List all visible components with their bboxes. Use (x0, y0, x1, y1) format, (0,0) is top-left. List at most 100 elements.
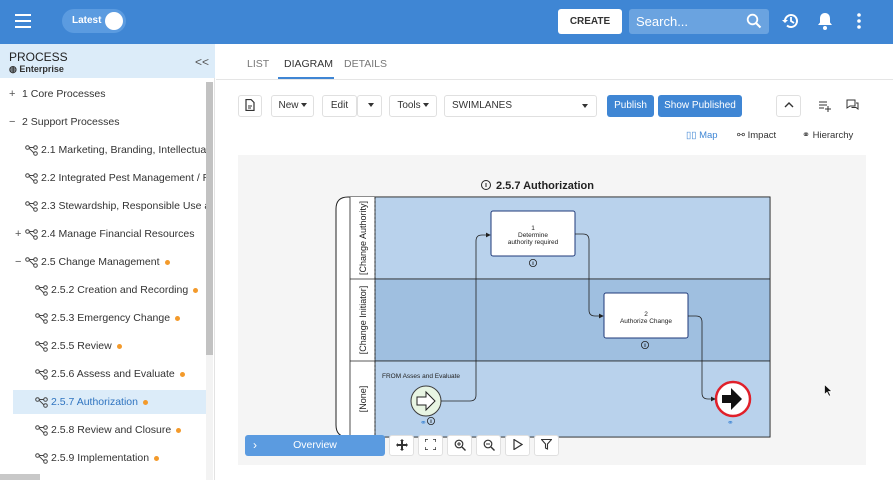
tree-item[interactable]: +2.4 Manage Financial Resources (0, 222, 206, 246)
view-select[interactable]: SWIMLANES (444, 95, 597, 117)
process-icon (25, 172, 38, 184)
svg-text:2.5.7 Authorization: 2.5.7 Authorization (496, 180, 594, 192)
tree-item[interactable]: 2.5.2 Creation and Recording (0, 278, 206, 302)
tree-item[interactable]: 2.5.9 Implementation (0, 446, 206, 470)
collapse-icon[interactable]: − (15, 250, 25, 274)
hierarchy-label: Hierarchy (812, 130, 854, 141)
process-icon (35, 368, 48, 380)
process-icon (35, 284, 48, 296)
process-tree: +1 Core Processes −2 Support Processes 2.1… (0, 82, 206, 480)
latest-label: Latest (72, 15, 102, 26)
map-label: Map (699, 130, 718, 141)
new-dropdown-button[interactable]: New (271, 95, 314, 117)
chevron-up-icon (784, 102, 793, 108)
start-link-icon: ⚭ (420, 418, 427, 427)
sidebar-scrollbar[interactable] (206, 82, 213, 480)
collapse-up-button[interactable] (776, 95, 801, 117)
svg-text:1: 1 (531, 225, 535, 232)
overview-toggle[interactable]: › Overview (245, 435, 385, 456)
diagram-title: 2.5.7 Authorization (481, 180, 594, 192)
process-sidebar: PROCESS ◍ Enterprise << +1 Core Processe… (0, 44, 215, 480)
impact-icon: ⚯ (737, 130, 745, 141)
zoom-in-icon (454, 439, 466, 451)
lane-label-change-initiator: [Change Initiator] (358, 286, 368, 355)
search-input[interactable]: Search... (629, 9, 769, 34)
tab-diagram[interactable]: DIAGRAM (284, 58, 333, 70)
search-placeholder: Search... (636, 14, 689, 29)
tools-dropdown-button[interactable]: Tools (389, 95, 437, 117)
latest-version-toggle[interactable]: Latest (62, 9, 126, 33)
create-button[interactable]: CREATE (558, 9, 622, 34)
more-vertical-icon[interactable] (853, 11, 865, 31)
comments-icon[interactable] (846, 99, 859, 111)
tree-item-label: 2.5.9 Implementation (51, 452, 150, 464)
add-to-list-icon[interactable] (819, 100, 831, 112)
tree-item[interactable]: 2.5.3 Emergency Change (0, 306, 206, 330)
expand-icon[interactable]: + (15, 222, 25, 246)
tree-item-label: 2.5.5 Review (51, 340, 112, 352)
filter-icon (540, 439, 553, 451)
collapse-icon[interactable]: − (9, 110, 19, 134)
tree-item[interactable]: −2 Support Processes (0, 110, 206, 134)
tree-item-label: 2.5 Change Management (41, 256, 160, 268)
tree-item-label: 2.3 Stewardship, Responsible Use a (41, 200, 206, 212)
caret-down-icon (300, 103, 307, 108)
sidebar-header: PROCESS ◍ Enterprise << (0, 44, 215, 78)
view-select-value: SWIMLANES (452, 100, 513, 111)
history-icon[interactable] (781, 11, 801, 31)
zoom-out-icon (483, 439, 495, 451)
export-document-button[interactable] (238, 95, 262, 117)
swimlane-diagram: 2.5.7 Authorization [Change Authority] [… (335, 180, 771, 438)
horizontal-scrollbar[interactable] (0, 474, 40, 480)
edit-dropdown-button[interactable] (357, 95, 382, 117)
tree-item[interactable]: 2.5.5 Review (0, 334, 206, 358)
lane-label-change-authority: [Change Authority] (358, 201, 368, 275)
edit-button[interactable]: Edit (322, 95, 357, 117)
tree-item-label: 2 Support Processes (22, 116, 120, 128)
end-link-icon: ⚭ (727, 418, 734, 427)
process-icon (35, 424, 48, 436)
hierarchy-icon: ⚭ (802, 130, 810, 141)
tree-item[interactable]: 2.5.8 Review and Closure (0, 418, 206, 442)
status-dot (175, 315, 181, 321)
globe-icon: ◍ (9, 64, 17, 74)
filter-button[interactable] (534, 435, 559, 456)
collapse-sidebar-icon[interactable]: << (195, 55, 209, 69)
hierarchy-view-link[interactable]: ⚭ Hierarchy (802, 130, 853, 141)
search-icon[interactable] (746, 13, 762, 29)
tree-item[interactable]: 2.1 Marketing, Branding, Intellectual (0, 138, 206, 162)
svg-text:Authorize Change: Authorize Change (620, 318, 672, 325)
tree-item[interactable]: 2.5.7 Authorization (13, 390, 206, 414)
zoom-in-button[interactable] (447, 435, 472, 456)
overview-label: Overview (293, 439, 337, 451)
tree-item[interactable]: 2.3 Stewardship, Responsible Use a (0, 194, 206, 218)
diagram-canvas[interactable]: 2.5.7 Authorization [Change Authority] [… (238, 155, 866, 465)
start-event-label: FROM Asses and Evaluate (382, 373, 460, 380)
tree-item-label: 2.5.6 Assess and Evaluate (51, 368, 175, 380)
fit-screen-button[interactable] (418, 435, 443, 456)
impact-view-link[interactable]: ⚯ Impact (737, 130, 776, 141)
tab-list[interactable]: LIST (247, 58, 269, 70)
tab-details[interactable]: DETAILS (344, 58, 387, 70)
status-dot (193, 287, 199, 293)
pan-button[interactable] (389, 435, 414, 456)
status-dot (116, 343, 122, 349)
zoom-out-button[interactable] (476, 435, 501, 456)
hamburger-menu-icon[interactable] (15, 14, 31, 28)
tree-item-label: 1 Core Processes (22, 88, 106, 100)
show-published-button[interactable]: Show Published (658, 95, 742, 117)
publish-button[interactable]: Publish (607, 95, 654, 117)
play-simulation-button[interactable] (505, 435, 530, 456)
tree-item[interactable]: − 2.5 Change Management (0, 250, 206, 274)
scrollbar-thumb[interactable] (206, 82, 213, 355)
document-icon (245, 99, 255, 112)
expand-icon[interactable]: + (9, 82, 19, 106)
process-icon (35, 396, 48, 408)
tree-item[interactable]: 2.2 Integrated Pest Management / R (0, 166, 206, 190)
tree-item[interactable]: 2.5.6 Assess and Evaluate (0, 362, 206, 386)
tools-label: Tools (397, 100, 421, 111)
map-view-link[interactable]: ▯▯ Map (686, 130, 718, 141)
notifications-bell-icon[interactable] (816, 11, 834, 31)
sidebar-subtitle: ◍ Enterprise (9, 64, 64, 75)
tree-item[interactable]: +1 Core Processes (0, 82, 206, 106)
